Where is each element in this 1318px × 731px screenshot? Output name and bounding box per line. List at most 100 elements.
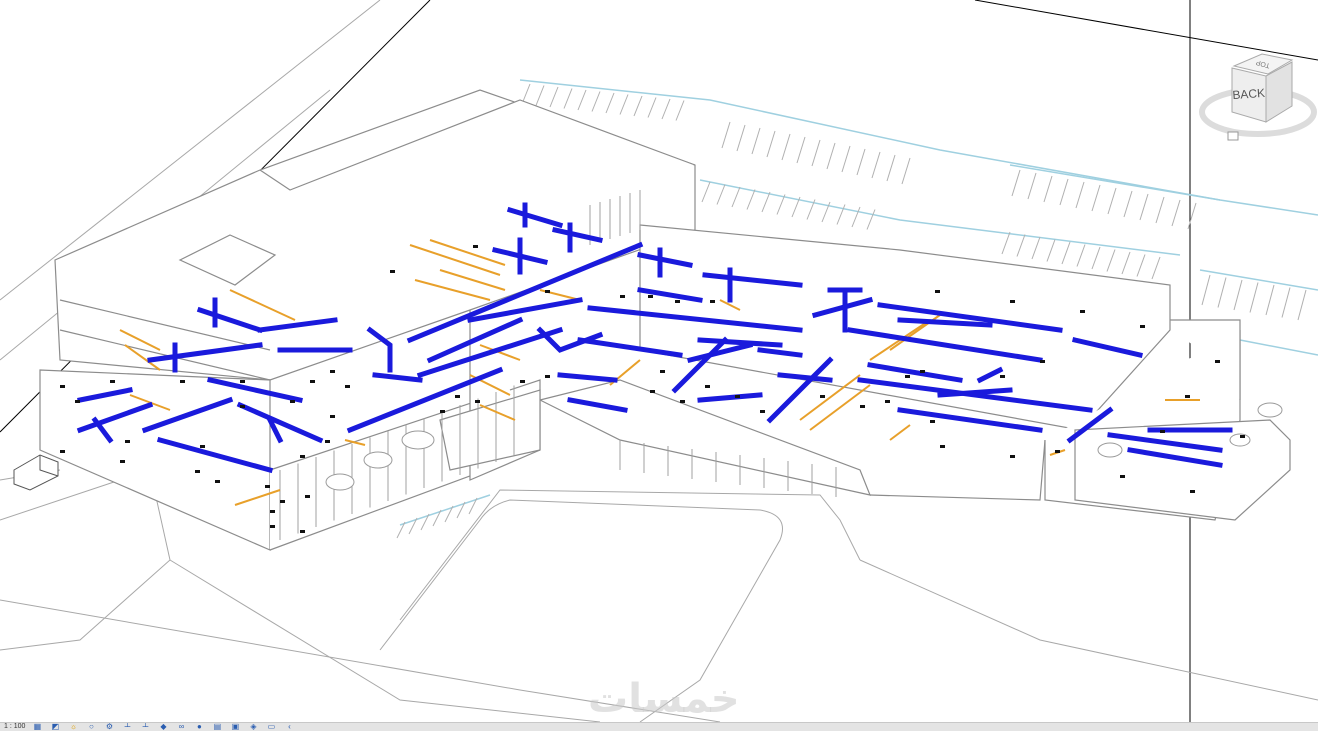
air-terminal bbox=[75, 400, 80, 403]
parking-stall-line bbox=[751, 127, 761, 155]
air-terminal bbox=[710, 300, 715, 303]
reveal-hidden-icon[interactable]: ● bbox=[193, 723, 205, 730]
air-terminal bbox=[920, 370, 925, 373]
parking-stall-line bbox=[901, 157, 911, 185]
air-terminal bbox=[290, 400, 295, 403]
parking-stall-line bbox=[1201, 274, 1211, 306]
air-terminal bbox=[110, 380, 115, 383]
parking-stall-line bbox=[591, 91, 601, 112]
crop-view-icon[interactable]: ┴ bbox=[121, 723, 133, 730]
parking-stall-line bbox=[766, 130, 776, 158]
parking-stall-line bbox=[633, 95, 643, 117]
parking-stall-line bbox=[1031, 236, 1041, 260]
parking-stall-line bbox=[1106, 249, 1116, 272]
parking-stall-line bbox=[1011, 169, 1021, 197]
parking-stall-line bbox=[826, 142, 836, 170]
parking-stall-line bbox=[761, 191, 771, 213]
air-terminal bbox=[270, 510, 275, 513]
air-terminal bbox=[860, 405, 865, 408]
parking-stall-line bbox=[1233, 279, 1243, 311]
visual-style-icon[interactable]: ◩ bbox=[49, 723, 61, 730]
parking-stall-line bbox=[1136, 254, 1146, 277]
parking-stall-line bbox=[716, 184, 726, 205]
air-terminal bbox=[325, 440, 330, 443]
parking-stall-line bbox=[647, 97, 657, 118]
air-terminal bbox=[455, 395, 460, 398]
shadows-icon[interactable]: ○ bbox=[85, 723, 97, 730]
temporary-hide-icon[interactable]: ∞ bbox=[175, 723, 187, 730]
air-terminal bbox=[760, 410, 765, 413]
parking-stall-line bbox=[1027, 172, 1037, 200]
air-terminal bbox=[305, 495, 310, 498]
air-terminal bbox=[1080, 310, 1085, 313]
parking-stall-line bbox=[1249, 282, 1259, 313]
parking-stall-line bbox=[1061, 241, 1071, 265]
air-terminal bbox=[1055, 450, 1060, 453]
parking-stall-line bbox=[796, 136, 806, 164]
air-terminal bbox=[660, 370, 665, 373]
air-terminal bbox=[1160, 430, 1165, 433]
air-terminal bbox=[735, 395, 740, 398]
air-terminal bbox=[1010, 455, 1015, 458]
worksharing-icon[interactable]: ▭ bbox=[265, 723, 277, 730]
air-terminal bbox=[705, 385, 710, 388]
detail-level-icon[interactable]: ▦ bbox=[31, 723, 43, 730]
air-terminal bbox=[545, 290, 550, 293]
parking-stall-line bbox=[1217, 277, 1227, 308]
duct-run bbox=[697, 392, 763, 403]
air-terminal bbox=[680, 400, 685, 403]
air-terminal bbox=[265, 485, 270, 488]
air-terminal bbox=[885, 400, 890, 403]
air-terminal bbox=[215, 480, 220, 483]
air-terminal bbox=[545, 375, 550, 378]
reveal-constraints-icon[interactable]: ◈ bbox=[247, 723, 259, 730]
3d-viewport[interactable]: BACK TOP خمسات bbox=[0, 0, 1318, 722]
unlock-3d-icon[interactable]: ◆ bbox=[157, 723, 169, 730]
parking-stall-line bbox=[746, 189, 756, 210]
air-terminal bbox=[930, 420, 935, 423]
air-terminal bbox=[1240, 435, 1245, 438]
view-scale[interactable]: 1 : 100 bbox=[4, 723, 25, 730]
duct-run bbox=[372, 372, 423, 383]
air-terminal bbox=[280, 500, 285, 503]
air-terminal bbox=[1190, 490, 1195, 493]
parking-stall-line bbox=[856, 148, 866, 176]
air-terminal bbox=[935, 290, 940, 293]
air-terminal bbox=[1185, 395, 1190, 398]
more-icon[interactable]: ‹ bbox=[283, 723, 295, 730]
air-terminal bbox=[240, 405, 245, 408]
parking-stall-line bbox=[721, 121, 731, 149]
parking-stall-line bbox=[1001, 231, 1011, 255]
air-terminal bbox=[345, 385, 350, 388]
parking-stall-line bbox=[886, 154, 896, 182]
air-terminal bbox=[1040, 360, 1045, 363]
air-terminal bbox=[1120, 475, 1125, 478]
viewcube-home-icon[interactable] bbox=[1227, 131, 1239, 141]
show-crop-icon[interactable]: ┴ bbox=[139, 723, 151, 730]
air-terminal bbox=[270, 525, 275, 528]
pipe-segment bbox=[889, 424, 911, 441]
analytical-model-icon[interactable]: ▤ bbox=[211, 723, 223, 730]
parking-stall-line bbox=[1281, 287, 1291, 318]
air-terminal bbox=[125, 440, 130, 443]
render-icon[interactable]: ⚙ bbox=[103, 723, 115, 730]
parking-stall-line bbox=[701, 181, 711, 203]
highlight-displacement-icon[interactable]: ▣ bbox=[229, 723, 241, 730]
viewcube[interactable]: BACK TOP bbox=[1198, 46, 1318, 150]
parking-stall-line bbox=[535, 85, 545, 106]
parking-stall-line bbox=[1075, 181, 1085, 209]
air-terminal bbox=[440, 410, 445, 413]
sun-path-icon[interactable]: ☼ bbox=[67, 723, 79, 730]
parking-stall-line bbox=[1107, 187, 1117, 215]
air-terminal bbox=[240, 380, 245, 383]
air-terminal bbox=[473, 245, 478, 248]
air-terminal bbox=[310, 380, 315, 383]
air-terminal bbox=[200, 445, 205, 448]
parking-stall-line bbox=[675, 100, 685, 121]
parking-stall-line bbox=[1139, 193, 1149, 221]
air-terminal bbox=[620, 295, 625, 298]
parking-stall-line bbox=[605, 92, 615, 114]
air-terminal bbox=[60, 385, 65, 388]
air-terminal bbox=[330, 415, 335, 418]
watermark: خمسات bbox=[588, 676, 740, 722]
